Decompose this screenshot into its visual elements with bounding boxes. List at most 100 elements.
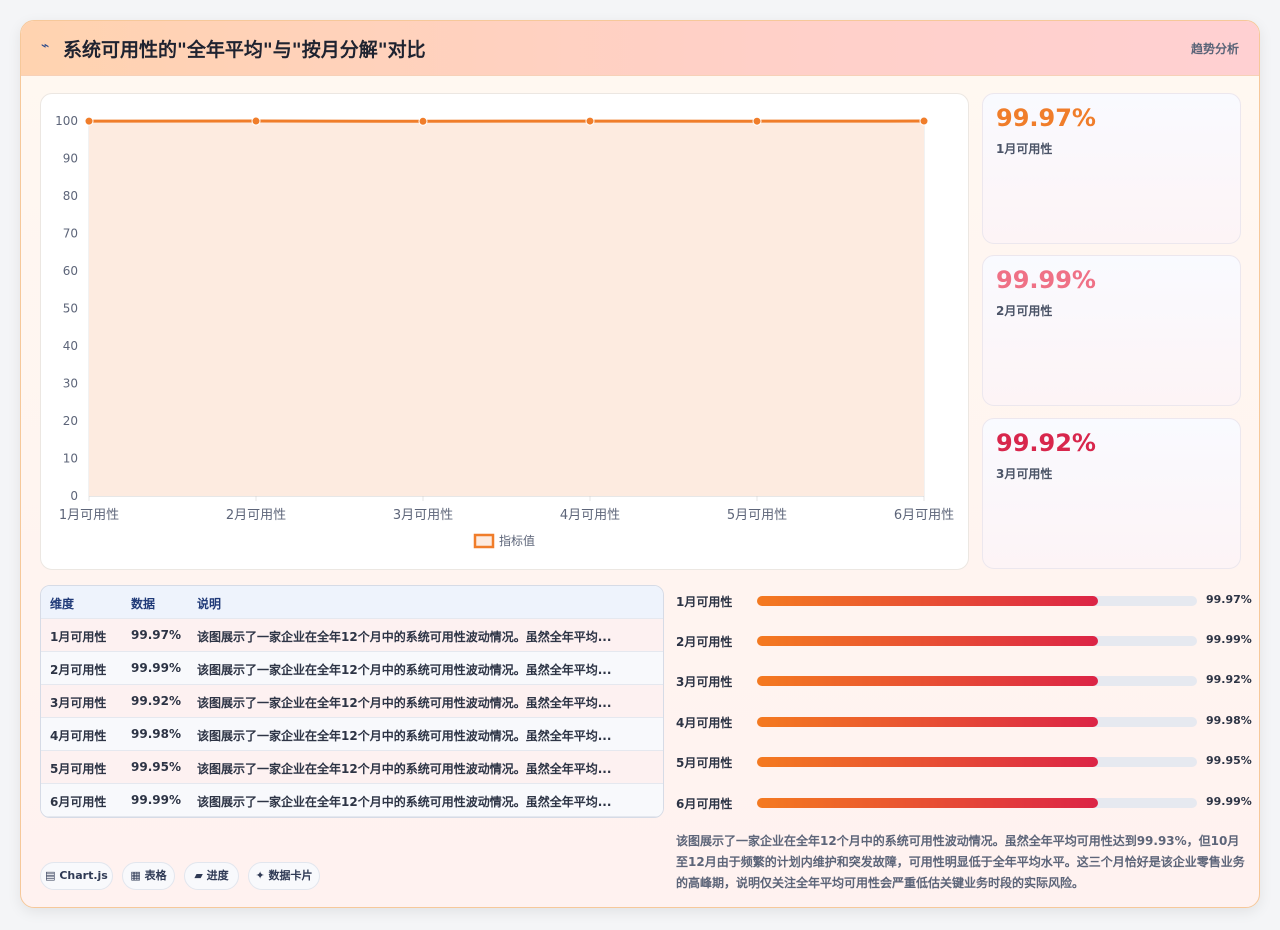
line-chart-panel: 0 10 20 30 40 50 60 70 80 90 100 1月可用性 2月可用性 3月可用性 4月可… [40,93,969,570]
kpi-value: 99.97% [996,104,1096,132]
table-cell: 该图展示了一家企业在全年12个月中的系统可用性波动情况。虽然全年平均... [197,795,612,809]
y-tick-label: 100 [55,114,78,128]
table-cell: 该图展示了一家企业在全年12个月中的系统可用性波动情况。虽然全年平均... [197,663,612,677]
progress-value: 99.97% [1206,593,1252,606]
kpi-card: 99.97% 1月可用性 [982,93,1241,244]
y-tick-label: 70 [63,227,78,241]
x-tick-label: 4月可用性 [560,508,620,523]
table-cell: 3月可用性 [50,696,107,710]
y-tick-label: 60 [63,264,78,278]
column-header[interactable]: 维度 [50,595,74,612]
y-tick-label: 50 [63,302,78,316]
progress-fill [757,717,1099,727]
progress-fill [757,676,1099,686]
x-tick-label: 5月可用性 [727,508,787,523]
kpi-label: 3月可用性 [996,467,1053,481]
progress-bar [757,596,1197,606]
progress-fill [757,636,1099,646]
x-tick-label: 1月可用性 [59,508,119,523]
table-cell: 99.95% [131,760,181,774]
series-area [89,121,924,496]
progress-value: 99.92% [1206,673,1252,686]
line-chart: 0 10 20 30 40 50 60 70 80 90 100 1月可用性 2月可用性 3月可用性 4月可… [55,114,954,549]
table-cell: 6月可用性 [50,795,107,809]
progress-label: 5月可用性 [676,756,733,770]
progress-fill [757,596,1099,606]
progress-row: 3月可用性 99.92% [676,671,1259,691]
progress-label: 3月可用性 [676,675,733,689]
table-row[interactable]: 5月可用性 99.95% 该图展示了一家企业在全年12个月中的系统可用性波动情况… [41,751,663,784]
progress-bar [757,757,1197,767]
kpi-value: 99.92% [996,429,1096,457]
data-card-view-button[interactable]: ✦ 数据卡片 [248,862,320,890]
data-point [752,116,762,126]
progress-row: 2月可用性 99.99% [676,631,1259,651]
table-row[interactable]: 1月可用性 99.97% 该图展示了一家企业在全年12个月中的系统可用性波动情况… [41,619,663,652]
table-row[interactable]: 4月可用性 99.98% 该图展示了一家企业在全年12个月中的系统可用性波动情况… [41,718,663,751]
column-header[interactable]: 说明 [197,595,221,612]
legend-swatch [473,533,495,549]
table-row[interactable]: 6月可用性 99.99% 该图展示了一家企业在全年12个月中的系统可用性波动情况… [41,784,663,817]
data-point [919,116,929,126]
progress-label: 4月可用性 [676,716,733,730]
table-cell: 99.98% [131,727,181,741]
table-cell: 4月可用性 [50,729,107,743]
data-point [251,116,261,126]
y-tick-label: 80 [63,189,78,203]
table-header-row: 维度 数据 说明 [41,586,663,619]
y-tick-label: 0 [70,489,78,503]
x-tick-label: 6月可用性 [894,508,954,523]
card-header: ⌁ 系统可用性的"全年平均"与"按月分解"对比 趋势分析 [21,21,1259,76]
dashboard-card: ⌁ 系统可用性的"全年平均"与"按月分解"对比 趋势分析 0 10 20 30 40 50… [20,20,1260,908]
x-tick-label: 3月可用性 [393,508,453,523]
progress-value: 99.99% [1206,795,1252,808]
data-point [585,116,595,126]
bolt-icon: ⌁ [41,38,50,54]
data-point [418,116,428,126]
chartjs-view-button[interactable]: ▤ Chart.js [40,862,113,890]
table-cell: 该图展示了一家企业在全年12个月中的系统可用性波动情况。虽然全年平均... [197,696,612,710]
chart-description: 该图展示了一家企业在全年12个月中的系统可用性波动情况。虽然全年平均可用性达到9… [676,834,1245,890]
progress-bar [757,798,1197,808]
table-cell: 99.99% [131,793,181,807]
progress-row: 5月可用性 99.95% [676,752,1259,772]
table-cell: 5月可用性 [50,762,107,776]
kpi-label: 2月可用性 [996,304,1053,318]
progress-view-button[interactable]: ▰ 进度 [184,862,239,890]
table-row[interactable]: 3月可用性 99.92% 该图展示了一家企业在全年12个月中的系统可用性波动情况… [41,685,663,718]
progress-bar [757,717,1197,727]
progress-bar [757,636,1197,646]
trend-analysis-tag[interactable]: 趋势分析 [1191,40,1239,57]
progress-label: 6月可用性 [676,797,733,811]
progress-value: 99.99% [1206,633,1252,646]
progress-value: 99.95% [1206,754,1252,767]
progress-value: 99.98% [1206,714,1252,727]
table-cell: 1月可用性 [50,630,107,644]
table-view-button[interactable]: ▦ 表格 [122,862,175,890]
kpi-value: 99.99% [996,266,1096,294]
progress-label: 2月可用性 [676,635,733,649]
table-row[interactable]: 2月可用性 99.99% 该图展示了一家企业在全年12个月中的系统可用性波动情况… [41,652,663,685]
kpi-card: 99.99% 2月可用性 [982,255,1241,406]
kpi-label: 1月可用性 [996,142,1053,156]
progress-bar [757,676,1197,686]
kpi-card: 99.92% 3月可用性 [982,418,1241,569]
progress-row: 6月可用性 99.99% [676,793,1259,813]
data-table: 维度 数据 说明 1月可用性 99.97% 该图展示了一家企业在全年12个月中的… [40,585,664,818]
x-tick-label: 2月可用性 [226,508,286,523]
y-tick-label: 90 [63,152,78,166]
page-title: 系统可用性的"全年平均"与"按月分解"对比 [63,39,426,61]
y-tick-label: 40 [63,339,78,353]
table-cell: 99.99% [131,661,181,675]
legend-label: 指标值 [499,533,535,548]
table-cell: 该图展示了一家企业在全年12个月中的系统可用性波动情况。虽然全年平均... [197,630,612,644]
y-tick-label: 30 [63,377,78,391]
y-tick-label: 20 [63,414,78,428]
column-header[interactable]: 数据 [131,595,155,612]
progress-row: 4月可用性 99.98% [676,712,1259,732]
table-cell: 该图展示了一家企业在全年12个月中的系统可用性波动情况。虽然全年平均... [197,729,612,743]
progress-fill [757,757,1099,767]
table-cell: 99.97% [131,628,181,642]
table-cell: 2月可用性 [50,663,107,677]
progress-row: 1月可用性 99.97% [676,591,1259,611]
